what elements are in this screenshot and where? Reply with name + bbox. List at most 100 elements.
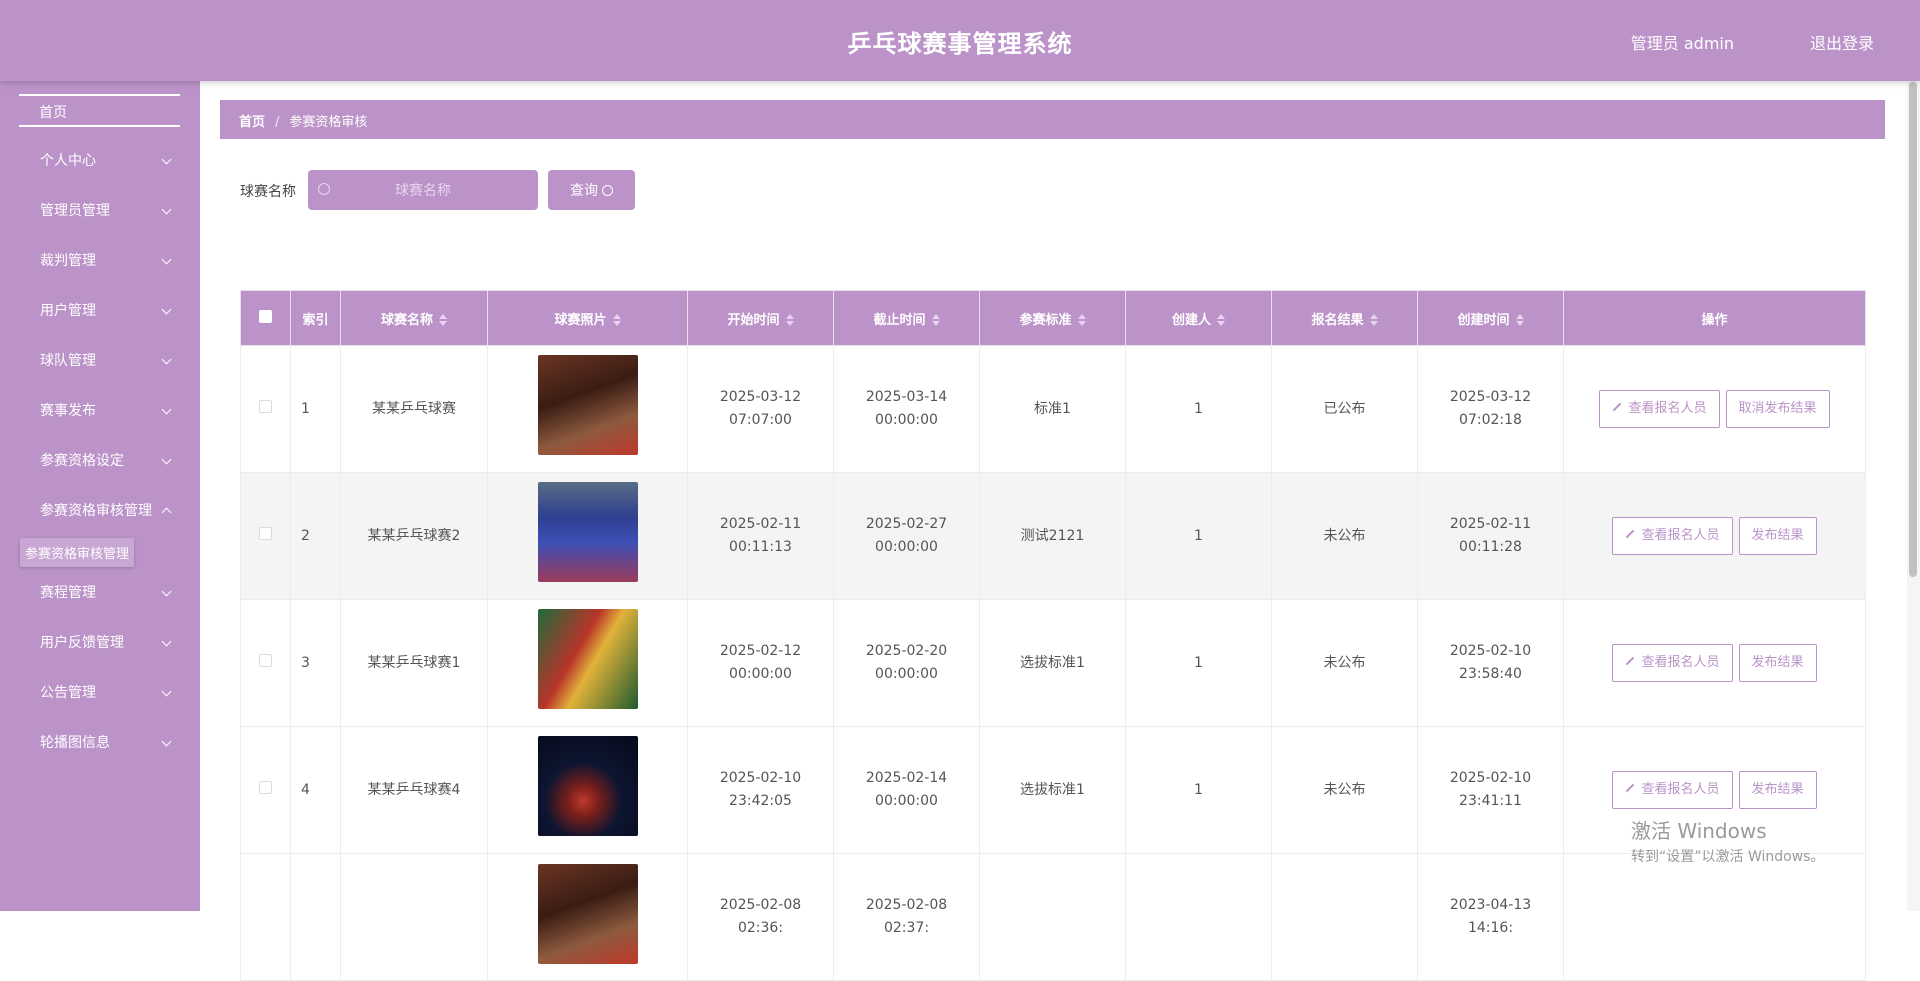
result-status: 未公布: [1271, 599, 1418, 727]
publish-result-button[interactable]: 发布结果: [1738, 517, 1817, 555]
sidebar-item-admin[interactable]: 管理员管理: [0, 186, 200, 236]
breadcrumb-current: 参赛资格审核: [289, 115, 368, 130]
sidebar-item-feedback[interactable]: 用户反馈管理: [0, 618, 200, 668]
column-header[interactable]: 报名结果: [1271, 290, 1418, 346]
creator: 1: [1125, 726, 1272, 854]
sort-icon[interactable]: [1369, 314, 1378, 326]
column-header-label: 参赛标准: [1019, 312, 1072, 328]
column-header[interactable]: 创建时间: [1417, 290, 1564, 346]
search-label: 球赛名称: [240, 184, 296, 200]
created-time: 2025-02-10 23:58:40: [1417, 599, 1564, 727]
sidebar-item-events[interactable]: 赛事发布: [0, 386, 200, 436]
sort-icon[interactable]: [612, 314, 621, 326]
column-header[interactable]: 创建人: [1125, 290, 1272, 346]
match-photo-cell: [487, 726, 688, 854]
start-time: 2025-02-10 23:42:05: [687, 726, 834, 854]
actions-cell: 查看报名人员 发布结果: [1563, 599, 1866, 727]
sort-icon[interactable]: [1217, 314, 1225, 326]
sidebar-subitem-eligibility-review[interactable]: 参赛资格审核管理: [20, 538, 135, 567]
start-time: 2025-03-12 07:07:00: [687, 345, 834, 473]
start-time: 2025-02-12 00:00:00: [687, 599, 834, 727]
table-row: 4 某某乒乓球赛4 2025-02-10 23:42:05 2025-02-14…: [240, 726, 1866, 854]
sidebar-item-notices[interactable]: 公告管理: [0, 668, 200, 718]
row-index: 2: [290, 472, 341, 600]
breadcrumb-separator: /: [275, 115, 280, 130]
match-name: 某某乒乓球赛2: [340, 472, 488, 600]
row-checkbox[interactable]: [259, 780, 272, 794]
start-time: 2025-02-08 02:36:: [687, 853, 834, 981]
row-checkbox[interactable]: [259, 399, 272, 413]
watermark-title: 激活 Windows: [1631, 819, 1767, 843]
publish-result-button[interactable]: 发布结果: [1738, 771, 1817, 809]
standard: 测试2121: [979, 472, 1126, 600]
search-input[interactable]: [308, 170, 538, 210]
breadcrumb: 首页 / 参赛资格审核: [220, 100, 1885, 139]
sidebar-item-schedule[interactable]: 赛程管理: [0, 568, 200, 618]
view-applicants-button[interactable]: 查看报名人员: [1612, 517, 1733, 555]
chevron-down-icon: [161, 736, 172, 747]
match-photo[interactable]: [537, 864, 638, 964]
sort-icon[interactable]: [1077, 314, 1086, 326]
row-checkbox-cell: [240, 345, 291, 473]
view-applicants-button[interactable]: 查看报名人员: [1612, 771, 1733, 809]
search-icon: [318, 183, 330, 195]
sidebar-item-eligibility-settings[interactable]: 参赛资格设定: [0, 436, 200, 486]
match-photo[interactable]: [537, 355, 638, 455]
app-header: 乒乓球赛事管理系统 管理员 admin 退出登录: [0, 0, 1920, 81]
query-button-label: 查询: [570, 182, 598, 198]
sidebar-item-home[interactable]: 首页: [19, 94, 180, 127]
scrollbar-thumb[interactable]: [1909, 82, 1917, 577]
column-header[interactable]: 截止时间: [833, 290, 980, 346]
publish-result-button[interactable]: 发布结果: [1738, 644, 1817, 682]
select-all-checkbox[interactable]: [259, 309, 272, 323]
sidebar-item-label: 轮播图信息: [40, 735, 110, 751]
cancel-publish-button[interactable]: 取消发布结果: [1725, 390, 1830, 428]
row-index: 3: [290, 599, 341, 727]
end-time: 2025-02-08 02:37:: [833, 853, 980, 981]
table-row: 3 某某乒乓球赛1 2025-02-12 00:00:00 2025-02-20…: [240, 599, 1866, 727]
view-applicants-button[interactable]: 查看报名人员: [1599, 390, 1720, 428]
row-checkbox[interactable]: [259, 653, 272, 667]
creator: [1125, 853, 1272, 981]
standard: 标准1: [979, 345, 1126, 473]
edit-icon: [1626, 529, 1635, 539]
actions-cell: 查看报名人员 取消发布结果: [1563, 345, 1866, 473]
match-photo-cell: [487, 853, 688, 981]
select-all-header[interactable]: [240, 290, 291, 346]
column-header[interactable]: 开始时间: [687, 290, 834, 346]
column-header-label: 截止时间: [873, 312, 926, 328]
creator: 1: [1125, 345, 1272, 473]
breadcrumb-home[interactable]: 首页: [239, 115, 265, 130]
match-photo[interactable]: [537, 736, 638, 836]
column-header[interactable]: 球赛照片: [487, 290, 688, 346]
row-checkbox[interactable]: [259, 526, 272, 540]
actions-cell: 查看报名人员 发布结果: [1563, 472, 1866, 600]
chevron-down-icon: [161, 354, 172, 365]
sidebar-item-teams[interactable]: 球队管理: [0, 336, 200, 386]
sidebar-item-referee[interactable]: 裁判管理: [0, 236, 200, 286]
created-time: 2025-03-12 07:02:18: [1417, 345, 1564, 473]
column-header[interactable]: 参赛标准: [979, 290, 1126, 346]
chevron-down-icon: [161, 404, 172, 415]
sidebar-item-eligibility-review[interactable]: 参赛资格审核管理: [0, 486, 200, 536]
sort-icon[interactable]: [931, 314, 940, 326]
column-header[interactable]: 球赛名称: [340, 290, 488, 346]
match-photo[interactable]: [537, 482, 638, 582]
sidebar-item-label: 公告管理: [40, 685, 96, 701]
sort-icon[interactable]: [439, 314, 447, 326]
table-row: 2 某某乒乓球赛2 2025-02-11 00:11:13 2025-02-27…: [240, 472, 1866, 600]
creator: 1: [1125, 599, 1272, 727]
logout-link[interactable]: 退出登录: [1810, 30, 1874, 54]
edit-icon: [1613, 402, 1622, 412]
sidebar-item-carousel[interactable]: 轮播图信息: [0, 718, 200, 768]
sort-icon[interactable]: [1515, 314, 1524, 326]
view-applicants-button[interactable]: 查看报名人员: [1612, 644, 1733, 682]
row-index: [290, 853, 341, 981]
match-photo[interactable]: [537, 609, 638, 709]
sort-icon[interactable]: [785, 314, 794, 326]
sidebar-item-users[interactable]: 用户管理: [0, 286, 200, 336]
sidebar-item-personal[interactable]: 个人中心: [0, 136, 200, 186]
button-label: 查看报名人员: [1628, 401, 1707, 416]
query-button[interactable]: 查询: [548, 170, 635, 210]
result-status: 未公布: [1271, 472, 1418, 600]
